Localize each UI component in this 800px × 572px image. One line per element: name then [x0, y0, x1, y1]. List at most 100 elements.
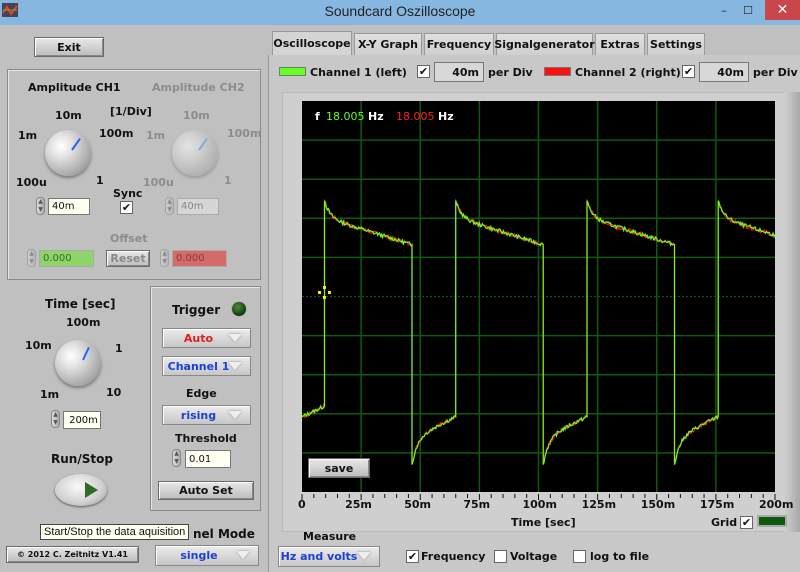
ch1-color-swatch[interactable]: [279, 67, 306, 76]
time-dial-tick: 10: [106, 386, 122, 399]
ch2-enable-checkbox[interactable]: ✔: [682, 65, 695, 78]
ch2-per-div-input[interactable]: 40m: [699, 62, 749, 82]
freq-f-label: f: [315, 110, 320, 123]
voltage-label: Voltage: [510, 550, 558, 563]
threshold-label: Threshold: [175, 432, 237, 445]
chevron-down-icon: [236, 551, 250, 559]
ch1-amplitude-input[interactable]: 40m: [48, 198, 90, 215]
measure-mode-dropdown[interactable]: Hz and volts: [278, 546, 380, 567]
time-dial-tick: 1: [115, 342, 123, 355]
ch1-dial-tick: 100u: [16, 176, 47, 189]
ch2-dial-tick: 1: [224, 174, 232, 187]
sync-label: Sync: [113, 187, 143, 200]
amplitude-group: [7, 69, 261, 280]
x-tick-label: 0: [298, 498, 306, 511]
ch1-dial-tick: 10m: [55, 109, 82, 122]
trigger-mode-value: Auto: [183, 331, 214, 345]
measure-mode-value: Hz and volts: [280, 550, 358, 563]
run-stop-label: Run/Stop: [51, 452, 113, 466]
ch2-dial-tick: 10m: [183, 109, 210, 122]
exit-button[interactable]: Exit: [34, 37, 104, 57]
offset-ch2-spinner: ▲ ▼: [160, 249, 169, 267]
tab-signalgenerator[interactable]: Signalgenerator: [494, 33, 595, 55]
x-axis-title: Time [sec]: [511, 516, 576, 529]
ch1-per-div-input[interactable]: 40m: [434, 62, 484, 82]
ch2-frequency-unit: Hz: [438, 110, 454, 123]
chevron-down-icon: [228, 334, 242, 342]
graph-scrollbar[interactable]: [784, 92, 800, 532]
x-tick-label: 200m: [759, 498, 794, 511]
amplitude-ch1-title: Amplitude CH1: [28, 81, 121, 94]
x-tick-label: 175m: [699, 498, 735, 511]
trigger-led-icon: [232, 302, 246, 316]
channel-mode-value: single: [180, 549, 218, 562]
minimize-icon: –: [721, 3, 727, 17]
dial-indicator: [71, 137, 81, 151]
trigger-channel-value: Channel 1: [167, 359, 230, 373]
offset-reset-button: Reset: [106, 250, 150, 267]
dial-indicator: [198, 137, 208, 151]
save-button[interactable]: save: [308, 458, 370, 478]
channel-mode-dropdown[interactable]: single: [155, 545, 259, 566]
close-button[interactable]: ✕: [765, 0, 800, 20]
ch1-value-spinner[interactable]: ▲ ▼: [36, 197, 45, 215]
ch2-frequency: 18.005: [396, 110, 435, 123]
tab-settings[interactable]: Settings: [647, 33, 705, 55]
threshold-spinner[interactable]: ▲ ▼: [172, 449, 181, 467]
voltage-checkbox[interactable]: [494, 550, 507, 563]
measure-title: Measure: [303, 530, 357, 543]
channel-mode-label: nel Mode: [193, 527, 255, 541]
tab-extras[interactable]: Extras: [595, 33, 645, 55]
maximize-button[interactable]: ☐: [736, 0, 760, 20]
sync-checkbox[interactable]: ✔: [120, 201, 133, 214]
x-tick-label: 150m: [640, 498, 676, 511]
offset-label: Offset: [110, 232, 148, 245]
trigger-channel-dropdown[interactable]: Channel 1: [162, 356, 251, 376]
x-tick-label: 75m: [463, 498, 491, 511]
trigger-edge-dropdown[interactable]: rising: [162, 405, 251, 425]
time-dial-tick: 100m: [66, 316, 101, 329]
auto-set-button[interactable]: Auto Set: [158, 481, 254, 500]
log-to-file-label: log to file: [590, 550, 650, 563]
tab-oscilloscope[interactable]: Oscilloscope: [272, 31, 352, 55]
ch2-color-swatch[interactable]: [544, 67, 571, 76]
log-to-file-checkbox[interactable]: [573, 550, 586, 563]
dial-indicator: [82, 346, 90, 361]
time-dial-tick: 10m: [25, 339, 52, 352]
trigger-edge-value: rising: [180, 408, 217, 422]
ch2-amplitude-input: 40m: [177, 198, 219, 215]
time-dial[interactable]: [55, 340, 101, 386]
run-stop-button[interactable]: [55, 474, 107, 506]
ch2-dial-tick: 1m: [146, 129, 166, 142]
oscilloscope-plot: [302, 101, 775, 492]
grid-checkbox[interactable]: ✔: [740, 516, 753, 529]
frequency-checkbox[interactable]: ✔: [406, 550, 419, 563]
time-value-spinner[interactable]: ▲ ▼: [51, 410, 60, 428]
title-bar: Soundcard Oszilloscope – ☐ ✕: [0, 0, 800, 25]
time-input[interactable]: 200m: [63, 411, 101, 429]
trigger-title: Trigger: [172, 303, 221, 317]
minimize-button[interactable]: –: [712, 0, 736, 20]
grid-label: Grid: [711, 516, 738, 529]
trigger-marker-dot: [317, 291, 321, 294]
ch1-frequency-unit: Hz: [368, 110, 384, 123]
trigger-mode-dropdown[interactable]: Auto: [162, 328, 251, 348]
ch1-dial-tick: 1: [96, 174, 104, 187]
chevron-down-icon: [228, 362, 242, 370]
ch2-dial-tick: 100m: [227, 127, 262, 140]
threshold-input[interactable]: 0.01: [185, 450, 231, 468]
ch1-amplitude-dial[interactable]: [45, 130, 91, 176]
ch2-dial-tick: 100u: [143, 176, 174, 189]
tab-xy-graph[interactable]: X-Y Graph: [354, 33, 422, 55]
frequency-label: Frequency: [421, 550, 486, 563]
ch1-label: Channel 1 (left): [310, 66, 407, 79]
trigger-marker-dot: [322, 296, 326, 299]
close-icon: ✕: [776, 2, 789, 18]
ch1-enable-checkbox[interactable]: ✔: [417, 65, 430, 78]
grid-color-swatch[interactable]: [757, 515, 787, 527]
offset-ch2-input: 0.000: [172, 250, 227, 267]
x-tick-label: 25m: [345, 498, 372, 511]
copyright-label: © 2012 C. Zeitnitz V1.41: [6, 546, 139, 563]
offset-ch1-input: 0.000: [39, 250, 94, 267]
tab-frequency[interactable]: Frequency: [424, 33, 494, 55]
